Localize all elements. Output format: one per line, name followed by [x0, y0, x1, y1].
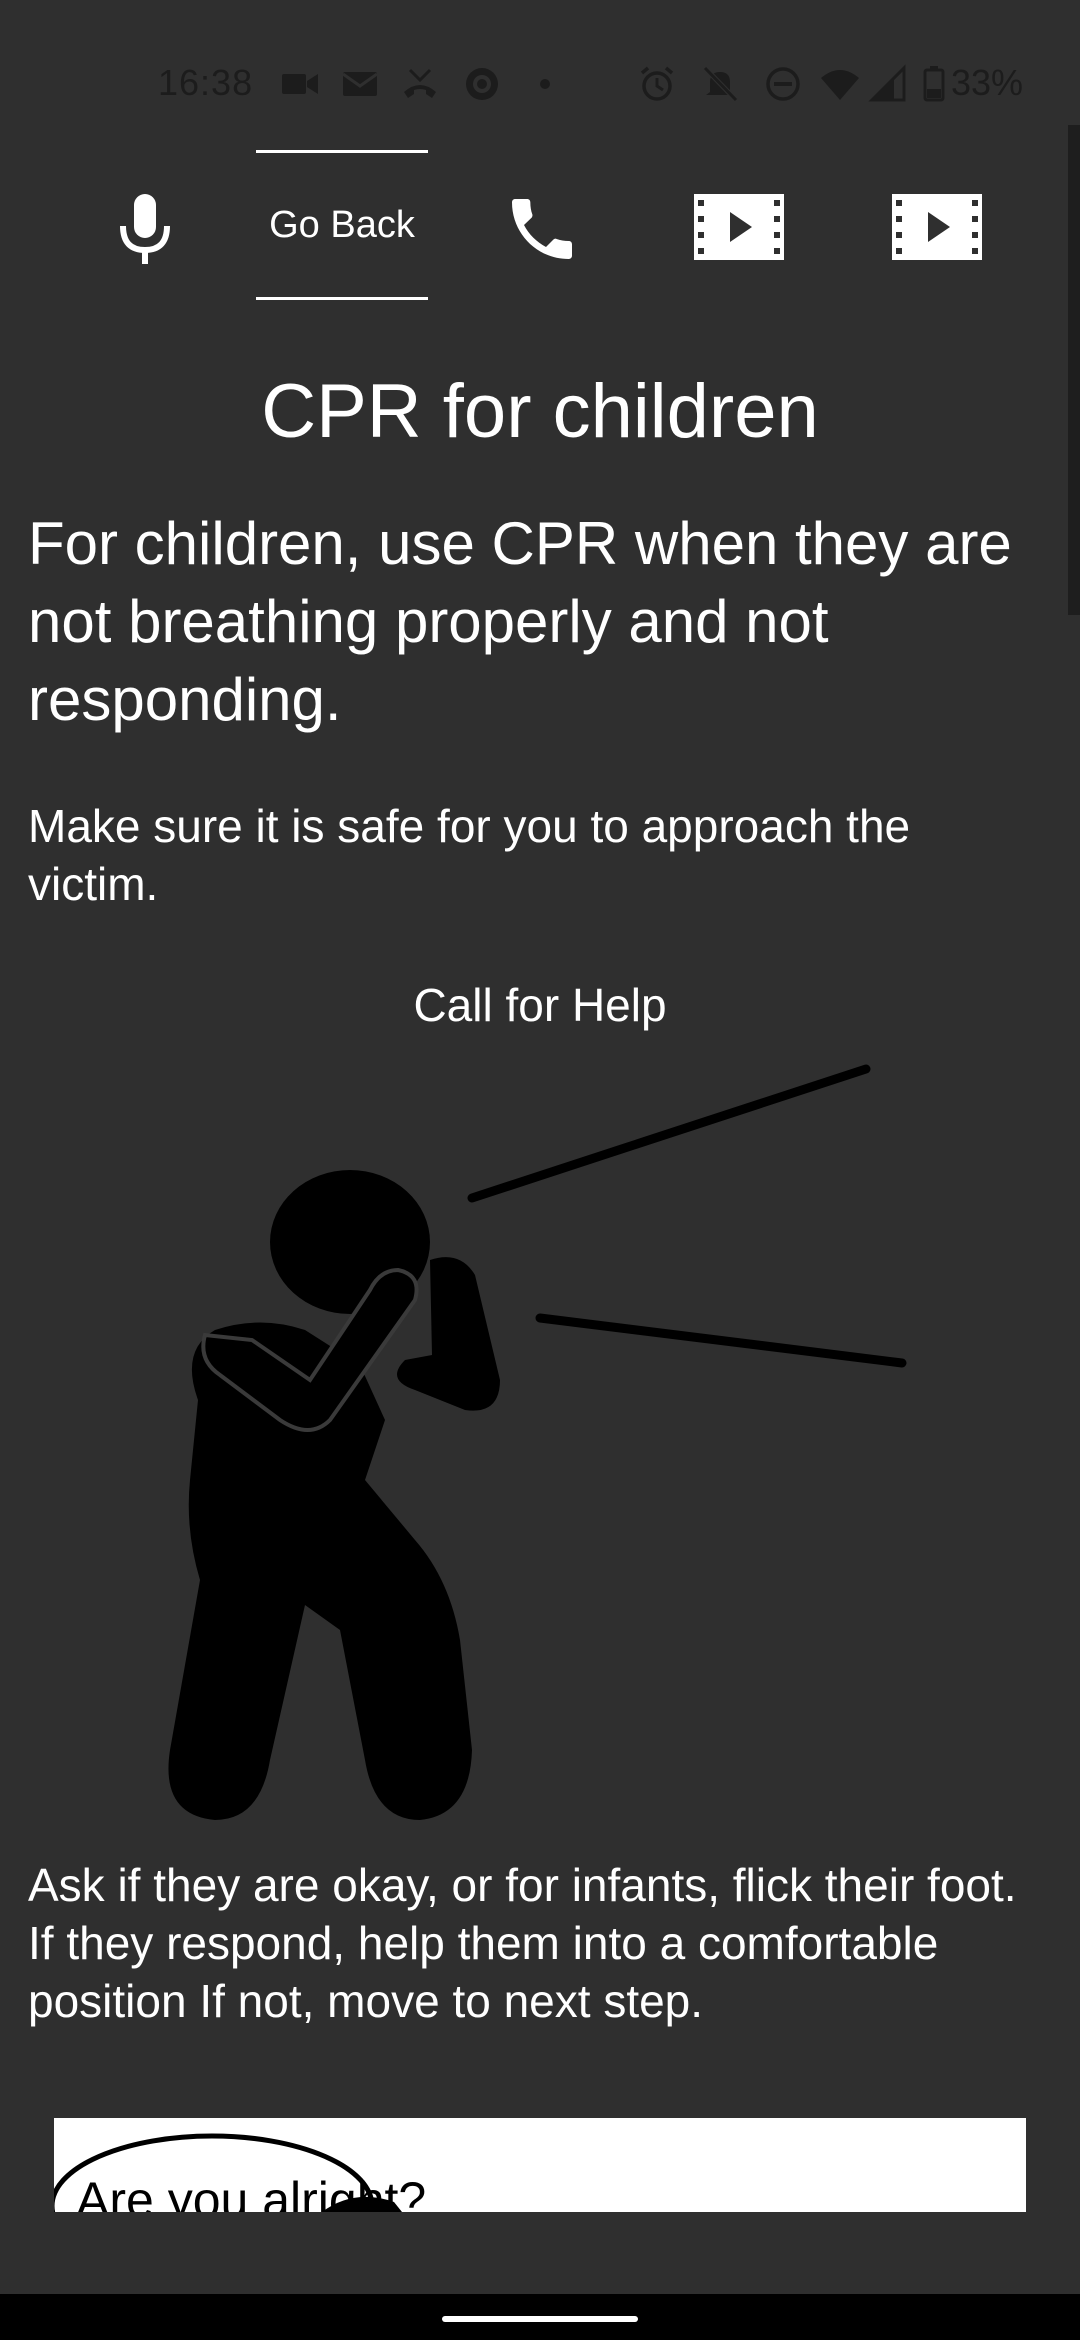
home-handle[interactable] [442, 2316, 638, 2322]
video-button-1[interactable] [694, 194, 784, 260]
video-call-icon [282, 74, 318, 94]
battery-icon [923, 66, 945, 102]
video-button-2[interactable] [892, 194, 982, 260]
check-response-text: Ask if they are okay, or for infants, fl… [28, 1859, 1017, 2027]
status-bar: 16:38 33% [0, 0, 1080, 130]
signal-icon [868, 64, 906, 102]
video-play-icon [892, 194, 982, 260]
sound-line-upper [467, 1064, 871, 1203]
next-step-illustration: Are you alright? [54, 2118, 1026, 2212]
missed-call-icon [404, 68, 436, 98]
call-for-help-illustration [168, 1064, 907, 1820]
dot-icon [540, 79, 550, 89]
mute-icon [703, 66, 738, 102]
wifi-icon [821, 70, 859, 100]
battery-percent: 33% [951, 62, 1024, 103]
video-play-icon [694, 194, 784, 260]
media-icon [466, 68, 498, 100]
phone-icon [512, 199, 572, 259]
dnd-icon [766, 67, 800, 101]
microphone-icon [120, 194, 170, 264]
sound-line-lower [535, 1313, 907, 1368]
intro-text: For children, use CPR when they are not … [28, 510, 1012, 733]
navigation-bar [0, 2294, 1080, 2340]
mail-icon [342, 72, 378, 96]
status-time: 16:38 [158, 62, 254, 103]
alarm-icon [640, 66, 674, 101]
safety-text: Make sure it is safe for you to approach… [28, 800, 911, 910]
page-title: CPR for children [261, 369, 819, 454]
toolbar: Go Back [0, 150, 1080, 302]
speech-bubble-illustration: Are you alright? [54, 2133, 426, 2212]
call-button[interactable] [500, 187, 584, 271]
go-back-button[interactable]: Go Back [256, 150, 428, 300]
microphone-button[interactable] [110, 190, 180, 270]
step-heading: Call for Help [413, 979, 667, 1031]
